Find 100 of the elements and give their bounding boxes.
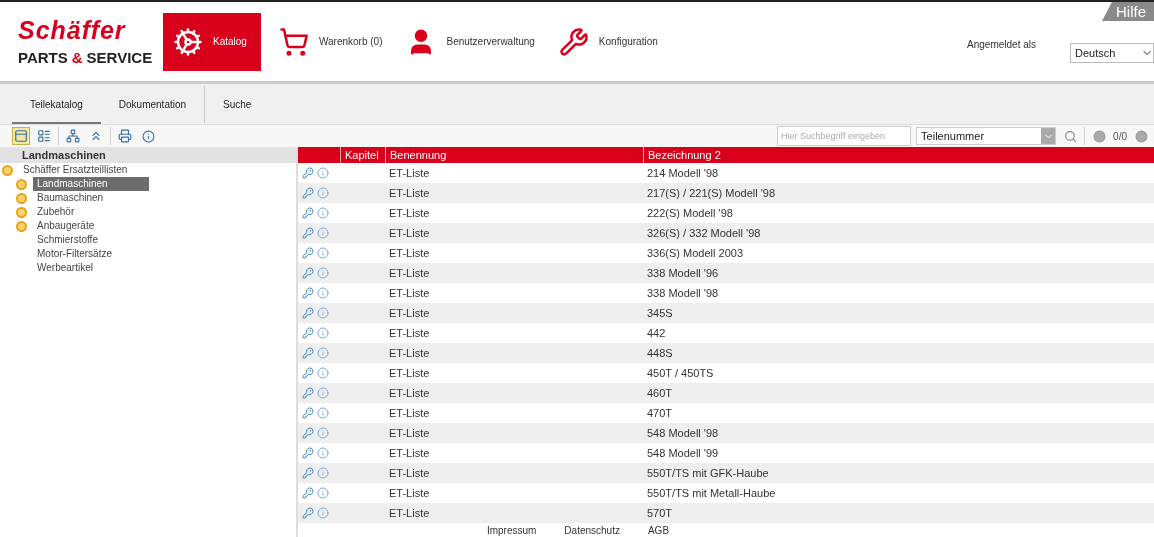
logo-ampersand: & [71,48,83,66]
tree-item[interactable]: Baumaschinen [33,191,108,205]
table-cell-text: 217(S) / 221(S) Modell '98 [646,186,777,201]
tree-item[interactable]: Zubehör [33,205,79,219]
language-select[interactable]: Deutsch [1070,43,1154,63]
key-icon[interactable] [302,347,314,359]
field-select[interactable]: Teilenummer [916,127,1057,145]
table-cell-text: 326(S) / 332 Modell '98 [646,226,762,241]
table-cell-text: 448S [646,346,674,361]
table-cell-text: 570T [646,506,674,521]
table-cell-text: ET-Liste [388,466,431,481]
result-counter: 0/0 [1113,130,1127,142]
key-icon[interactable] [302,227,314,239]
key-icon[interactable] [302,207,314,219]
table-cell-text: ET-Liste [388,286,431,301]
folder-dot-icon[interactable] [16,192,27,204]
table-cell-text: ET-Liste [388,206,431,221]
table-cell-text: 338 Modell '98 [646,286,720,301]
tree-item[interactable]: Schmierstoffe [33,233,102,247]
tools-icon [558,26,589,57]
panel-icon[interactable] [12,127,30,145]
table-cell-text: ET-Liste [388,226,431,241]
folder-dot-icon[interactable] [16,206,27,218]
tab[interactable]: Dokumentation [100,86,206,124]
table-cell-text: ET-Liste [388,426,431,441]
gears-icon [173,26,203,57]
tree-item[interactable]: Landmaschinen [33,177,149,191]
footer-link[interactable]: Datenschutz [564,524,620,536]
table-cell-text: ET-Liste [388,266,431,281]
footer-link[interactable]: AGB [647,524,670,536]
key-icon[interactable] [302,287,314,299]
search-field[interactable]: Hier Suchbegriff eingeben [777,126,912,146]
printer-icon[interactable] [116,127,134,145]
nav-item[interactable]: Benutzerverwaltung [396,12,549,71]
logo-text: SERVICE [86,48,153,66]
info-icon[interactable] [317,207,329,219]
tree-item[interactable]: Schäffer Ersatzteillisten [19,163,132,177]
table-cell-text: ET-Liste [388,166,431,181]
tree-item[interactable]: Anbaugeräte [33,219,99,233]
table-cell-text: 442 [646,326,667,341]
brand-logo: Schäffer [18,17,127,43]
list-icon[interactable] [35,127,53,145]
key-icon[interactable] [302,327,314,339]
info-icon[interactable] [317,167,329,179]
nav-item[interactable]: Konfiguration [548,12,672,71]
info-icon[interactable] [317,407,329,419]
table-cell-text: 345S [646,306,674,321]
table-cell-text: ET-Liste [388,446,431,461]
info-icon[interactable] [317,447,329,459]
table-cell-text: 470T [646,406,674,421]
table-cell-text: ET-Liste [388,506,431,521]
footer-link[interactable]: Impressum [486,524,537,536]
key-icon[interactable] [302,367,314,379]
key-icon[interactable] [302,487,314,499]
key-icon[interactable] [302,447,314,459]
key-icon[interactable] [302,307,314,319]
table-cell-text: 214 Modell '98 [646,166,720,181]
key-icon[interactable] [302,247,314,259]
table-cell-text: 548 Modell '99 [646,446,720,461]
info-icon[interactable] [317,487,329,499]
tree-icon[interactable] [64,127,82,145]
table-cell-text: 336(S) Modell 2003 [646,246,744,261]
tree-item[interactable]: Werbeartikel [33,261,97,275]
cart-icon [278,26,309,57]
nav-item[interactable]: Warenkorb (0) [268,12,397,71]
table-cell-text: 550T/TS mit Metall-Haube [646,486,777,501]
table-cell-text: 550T/TS mit GFK-Haube [646,466,770,481]
nav-item[interactable]: Katalog [163,12,261,71]
table-cell-text: 450T / 450TS [646,366,715,381]
table-cell-text: ET-Liste [388,486,431,501]
folder-dot-icon[interactable] [16,178,27,190]
logo-text: PARTS [18,48,68,66]
key-icon[interactable] [302,467,314,479]
table-cell-text: ET-Liste [388,326,431,341]
tree-item[interactable]: Motor-Filtersätze [33,247,116,261]
table-cell-text: ET-Liste [388,246,431,261]
key-icon[interactable] [302,407,314,419]
circle-icon[interactable] [1090,127,1109,145]
tab[interactable]: Suche [205,86,270,124]
table-cell-text: ET-Liste [388,386,431,401]
key-icon[interactable] [302,507,314,519]
key-icon[interactable] [302,427,314,439]
table-cell-text: 338 Modell '96 [646,266,720,281]
info-icon[interactable] [317,367,329,379]
table-cell-text: ET-Liste [388,346,431,361]
login-label: Angemeldet als [967,39,1036,50]
key-icon[interactable] [302,187,314,199]
key-icon[interactable] [302,267,314,279]
key-icon[interactable] [302,387,314,399]
folder-dot-icon[interactable] [2,164,13,176]
circle-icon[interactable] [1132,127,1150,145]
table-cell-text: 548 Modell '98 [646,426,720,441]
info-icon[interactable] [317,287,329,299]
table-cell-text: 460T [646,386,674,401]
info-icon[interactable] [139,127,157,145]
table-cell-text: ET-Liste [388,186,431,201]
folder-dot-icon[interactable] [16,220,27,232]
info-icon[interactable] [317,247,329,259]
key-icon[interactable] [302,167,314,179]
info-icon[interactable] [317,327,329,339]
